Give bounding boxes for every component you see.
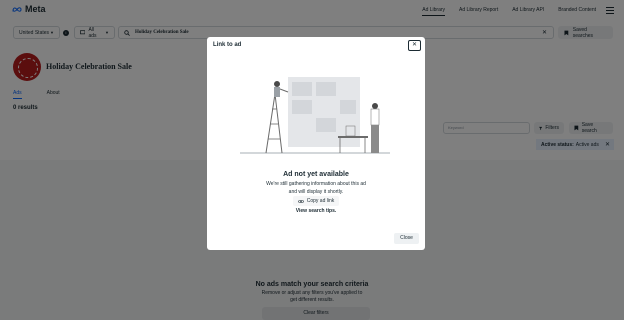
building-illustration (240, 77, 390, 154)
copy-ad-link-label: Copy ad link (306, 198, 335, 204)
close-icon[interactable]: ✕ (408, 40, 421, 51)
link-to-ad-dialog: Link to ad ✕ Ad not yet available We're … (207, 37, 425, 250)
dialog-title: Link to ad (213, 42, 242, 48)
copy-ad-link-button[interactable]: Copy ad link (293, 196, 339, 206)
link-icon (297, 199, 304, 203)
not-available-heading: Ad not yet available (283, 171, 349, 178)
close-button[interactable]: Close (394, 233, 419, 244)
search-tips-link[interactable]: View search tips. (207, 208, 425, 214)
not-available-body: We're still gathering information about … (266, 181, 366, 195)
